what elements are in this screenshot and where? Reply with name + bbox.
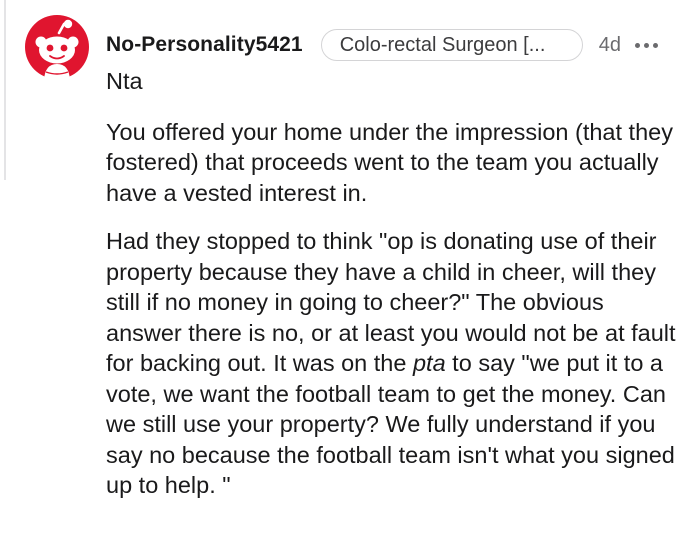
more-options-icon[interactable] [634,42,658,48]
comment-header: No-Personality5421 Colo-rectal Surgeon [… [106,28,696,62]
dot [652,42,658,48]
dot [643,42,649,48]
dot [634,42,640,48]
comment-paragraph: You offered your home under the impressi… [106,118,673,206]
user-flair: Colo-rectal Surgeon [... [320,29,583,61]
comment-paragraph: Nta [106,68,143,94]
username[interactable]: No-Personality5421 [106,33,303,57]
reddit-snoo-avatar-icon[interactable] [24,14,90,80]
thread-line[interactable] [0,0,6,180]
comment-age: 4d [598,33,621,56]
comment-paragraph: Had they stopped to think "op is donatin… [106,226,686,501]
emphasized-text: pta [412,350,446,376]
comment-body: Nta You offered your home under the impr… [106,66,686,519]
